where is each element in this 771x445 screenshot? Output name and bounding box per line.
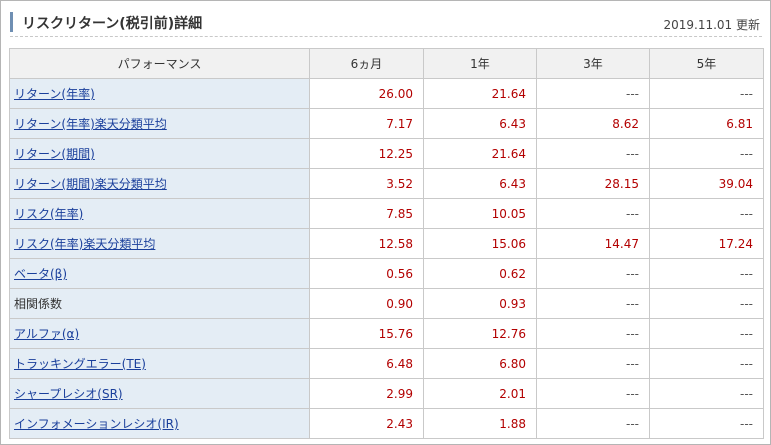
value-cell: --- — [649, 258, 764, 289]
value-cell: 15.06 — [423, 228, 537, 259]
column-header-3y: 3年 — [536, 48, 650, 79]
value-cell: --- — [536, 258, 650, 289]
table-row: リターン(期間)楽天分類平均 3.52 6.43 28.15 39.04 — [9, 168, 764, 199]
header-accent-bar — [10, 12, 13, 32]
row-label-link[interactable]: リターン(期間) — [14, 147, 95, 161]
row-label-cell: リターン(期間)楽天分類平均 — [9, 168, 310, 199]
row-label-link[interactable]: リターン(期間)楽天分類平均 — [14, 177, 167, 191]
table-row: ベータ(β) 0.56 0.62 --- --- — [9, 258, 764, 289]
value-cell: --- — [649, 198, 764, 229]
value-cell: 6.43 — [423, 108, 537, 139]
page-title: リスクリターン(税引前)詳細 — [22, 16, 203, 32]
table-row: リスク(年率) 7.85 10.05 --- --- — [9, 198, 764, 229]
value-cell: --- — [649, 378, 764, 409]
risk-return-panel: リスクリターン(税引前)詳細 2019.11.01 更新 パフォーマンス 6ヵ月… — [0, 0, 771, 445]
value-cell: 2.01 — [423, 378, 537, 409]
column-header-5y: 5年 — [649, 48, 764, 79]
column-header-6m: 6ヵ月 — [309, 48, 424, 79]
row-label-cell: トラッキングエラー(TE) — [9, 348, 310, 379]
row-label-cell: リターン(年率) — [9, 78, 310, 109]
value-cell: --- — [649, 78, 764, 109]
value-cell: 7.85 — [309, 198, 424, 229]
value-cell: 8.62 — [536, 108, 650, 139]
table-row: リターン(年率) 26.00 21.64 --- --- — [9, 78, 764, 109]
value-cell: 10.05 — [423, 198, 537, 229]
value-cell: --- — [536, 378, 650, 409]
row-label-cell: シャープレシオ(SR) — [9, 378, 310, 409]
value-cell: --- — [536, 198, 650, 229]
value-cell: 0.90 — [309, 288, 424, 319]
value-cell: --- — [536, 288, 650, 319]
table-header-row: パフォーマンス 6ヵ月 1年 3年 5年 — [9, 48, 764, 79]
value-cell: 21.64 — [423, 138, 537, 169]
row-label-link[interactable]: シャープレシオ(SR) — [14, 387, 123, 401]
value-cell: 26.00 — [309, 78, 424, 109]
value-cell: 28.15 — [536, 168, 650, 199]
row-label-link[interactable]: リターン(年率)楽天分類平均 — [14, 117, 167, 131]
row-label-cell: アルファ(α) — [9, 318, 310, 349]
value-cell: --- — [536, 408, 650, 439]
row-label-cell: リスク(年率) — [9, 198, 310, 229]
value-cell: --- — [536, 78, 650, 109]
value-cell: 14.47 — [536, 228, 650, 259]
value-cell: 39.04 — [649, 168, 764, 199]
value-cell: 0.93 — [423, 288, 537, 319]
value-cell: --- — [649, 138, 764, 169]
value-cell: --- — [649, 318, 764, 349]
row-label-link[interactable]: リスク(年率)楽天分類平均 — [14, 237, 155, 251]
value-cell: --- — [536, 318, 650, 349]
value-cell: --- — [536, 348, 650, 379]
updated-date: 2019.11.01 更新 — [663, 18, 760, 32]
value-cell: 2.99 — [309, 378, 424, 409]
row-label-link[interactable]: リスク(年率) — [14, 207, 83, 221]
value-cell: 6.80 — [423, 348, 537, 379]
column-header-1y: 1年 — [423, 48, 537, 79]
table-row: インフォメーションレシオ(IR) 2.43 1.88 --- --- — [9, 408, 764, 439]
value-cell: 0.62 — [423, 258, 537, 289]
value-cell: 21.64 — [423, 78, 537, 109]
value-cell: 6.48 — [309, 348, 424, 379]
value-cell: 7.17 — [309, 108, 424, 139]
value-cell: --- — [649, 348, 764, 379]
value-cell: 12.76 — [423, 318, 537, 349]
table-row: シャープレシオ(SR) 2.99 2.01 --- --- — [9, 378, 764, 409]
value-cell: 12.58 — [309, 228, 424, 259]
table-row: トラッキングエラー(TE) 6.48 6.80 --- --- — [9, 348, 764, 379]
value-cell: 6.81 — [649, 108, 764, 139]
value-cell: --- — [649, 408, 764, 439]
row-label-text: 相関係数 — [14, 297, 63, 311]
panel-header: リスクリターン(税引前)詳細 2019.11.01 更新 — [10, 9, 762, 37]
row-label-link[interactable]: トラッキングエラー(TE) — [14, 357, 146, 371]
value-cell: 2.43 — [309, 408, 424, 439]
row-label-link[interactable]: アルファ(α) — [14, 327, 79, 341]
row-label-cell: インフォメーションレシオ(IR) — [9, 408, 310, 439]
row-label-link[interactable]: インフォメーションレシオ(IR) — [14, 417, 179, 431]
value-cell: 1.88 — [423, 408, 537, 439]
row-label-link[interactable]: ベータ(β) — [14, 267, 67, 281]
table-row: リターン(年率)楽天分類平均 7.17 6.43 8.62 6.81 — [9, 108, 764, 139]
row-label-cell: リターン(期間) — [9, 138, 310, 169]
row-label-cell: リターン(年率)楽天分類平均 — [9, 108, 310, 139]
row-label-cell: 相関係数 — [9, 288, 310, 319]
row-label-cell: ベータ(β) — [9, 258, 310, 289]
row-label-cell: リスク(年率)楽天分類平均 — [9, 228, 310, 259]
value-cell: 3.52 — [309, 168, 424, 199]
value-cell: 12.25 — [309, 138, 424, 169]
table-row: リスク(年率)楽天分類平均 12.58 15.06 14.47 17.24 — [9, 228, 764, 259]
column-header-performance: パフォーマンス — [9, 48, 310, 79]
value-cell: 0.56 — [309, 258, 424, 289]
value-cell: 15.76 — [309, 318, 424, 349]
value-cell: 6.43 — [423, 168, 537, 199]
performance-table: パフォーマンス 6ヵ月 1年 3年 5年 リターン(年率) 26.00 21.64-… — [9, 48, 764, 439]
table-row: 相関係数 0.90 0.93 --- --- — [9, 288, 764, 319]
value-cell: --- — [649, 288, 764, 319]
value-cell: 17.24 — [649, 228, 764, 259]
table-row: リターン(期間) 12.25 21.64 --- --- — [9, 138, 764, 169]
performance-table-wrapper: パフォーマンス 6ヵ月 1年 3年 5年 リターン(年率) 26.00 21.64-… — [9, 48, 764, 439]
value-cell: --- — [536, 138, 650, 169]
table-row: アルファ(α) 15.76 12.76 --- --- — [9, 318, 764, 349]
row-label-link[interactable]: リターン(年率) — [14, 87, 95, 101]
